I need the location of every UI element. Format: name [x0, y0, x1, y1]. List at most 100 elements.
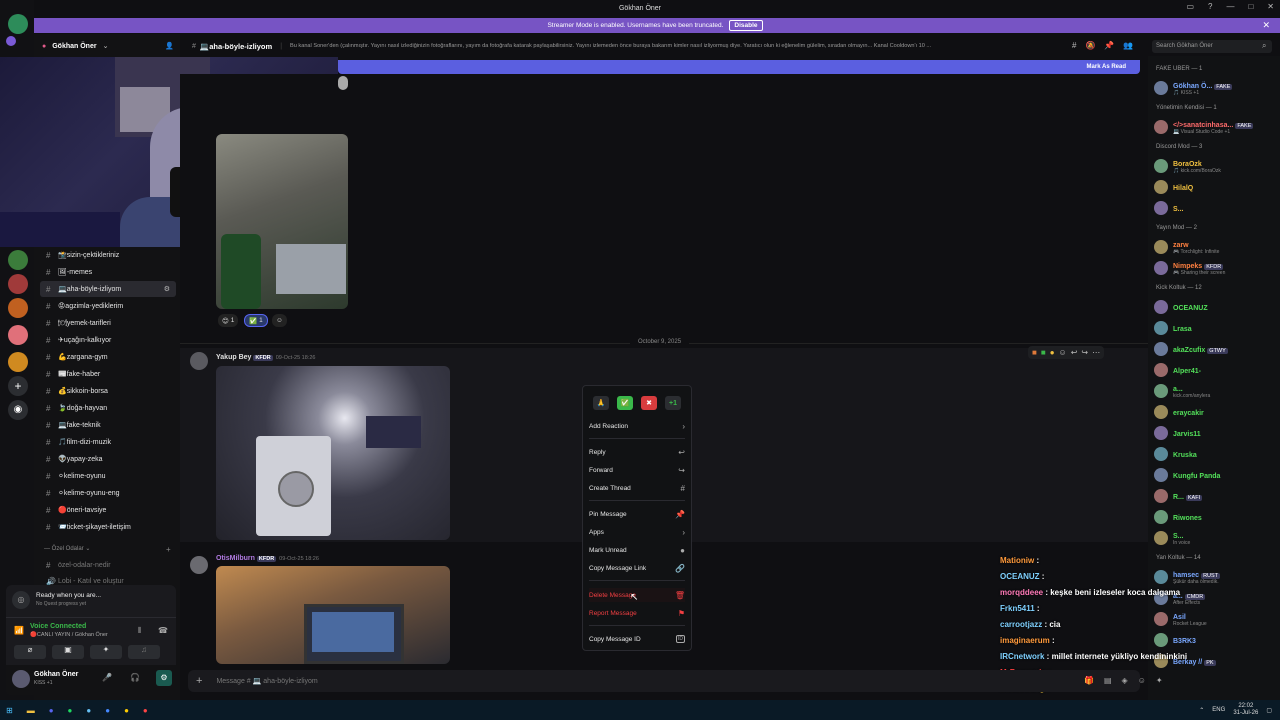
- message-image[interactable]: [338, 76, 348, 90]
- channel-item[interactable]: # 📸sizin-çektikleriniz: [40, 247, 176, 263]
- maximize-button[interactable]: □: [1248, 2, 1253, 11]
- inbox-icon[interactable]: ▭: [1186, 2, 1194, 11]
- member-item[interactable]: a... kick.com/anylera: [1154, 381, 1276, 401]
- apps-icon[interactable]: ✦: [1156, 676, 1163, 685]
- channel-item[interactable]: # 🖼-memes: [40, 264, 176, 280]
- menu-copy-message-link[interactable]: Copy Message Link 🔗: [589, 561, 685, 575]
- channel-topic[interactable]: Bu kanal Soner'den (çalınmıştır. Yayını …: [290, 43, 1060, 49]
- avatar[interactable]: [190, 556, 208, 574]
- gif-icon[interactable]: ▤: [1104, 676, 1112, 685]
- discover-icon[interactable]: ◉: [8, 400, 28, 420]
- add-reaction-button[interactable]: ☺: [272, 314, 287, 327]
- message-author[interactable]: Yakup Bey KFDR 09-Oct-25 18:26: [216, 354, 315, 361]
- server-icon[interactable]: [8, 298, 28, 318]
- message-image[interactable]: [216, 134, 348, 309]
- close-button[interactable]: ✕: [1267, 2, 1274, 11]
- member-item[interactable]: Nimpeks KFDR 🎮 Sharing their screen: [1154, 258, 1276, 278]
- screen-share-button[interactable]: ▣: [52, 645, 84, 659]
- chrome-icon[interactable]: ●: [124, 706, 129, 715]
- menu-add-reaction[interactable]: Add Reaction ›: [589, 419, 685, 433]
- soundboard-button[interactable]: ♫: [128, 645, 160, 659]
- menu-forward[interactable]: Forward ↪: [589, 463, 685, 477]
- menu-reply[interactable]: Reply ↩: [589, 445, 685, 459]
- reaction-shortcut-icon[interactable]: ●: [1050, 348, 1055, 357]
- channel-item[interactable]: # 😡agzimla-yediklerim: [40, 298, 176, 314]
- member-item[interactable]: OCEANUZ: [1154, 297, 1276, 317]
- channel-item[interactable]: # 💻fake-teknik: [40, 417, 176, 433]
- quick-reaction-button[interactable]: ✖: [641, 396, 657, 410]
- obs-icon[interactable]: ●: [143, 706, 148, 715]
- avatar[interactable]: [12, 670, 30, 688]
- message-input[interactable]: Message # 💻 aha-böyle-izliyom: [216, 677, 317, 685]
- channel-item[interactable]: # 👽yapay-zeka: [40, 451, 176, 467]
- channel-item[interactable]: # 📨ticket-şikayet-iletişim: [40, 519, 176, 535]
- channel-item[interactable]: # 🍃doğa-hayvan: [40, 400, 176, 416]
- add-channel-icon[interactable]: +: [166, 545, 171, 554]
- server-icon[interactable]: [8, 14, 28, 34]
- add-server-icon[interactable]: +: [8, 376, 28, 396]
- channel-item[interactable]: # özel-odalar-nedir: [40, 557, 176, 573]
- mute-mic-icon[interactable]: 🎤: [102, 673, 112, 682]
- attach-icon[interactable]: +: [196, 675, 202, 687]
- add-member-icon[interactable]: 👤: [165, 42, 174, 50]
- voice-channel[interactable]: 🔴CANLI YAYIN / Gökhan Öner: [30, 632, 108, 638]
- channel-item[interactable]: # 💻aha-böyle-izliyom ⚙: [40, 281, 176, 297]
- member-item[interactable]: S...: [1154, 198, 1276, 218]
- member-item[interactable]: Riwones: [1154, 507, 1276, 527]
- server-icon[interactable]: [8, 274, 28, 294]
- avatar[interactable]: [190, 352, 208, 370]
- server-header[interactable]: ● Gökhan Öner ⌄ 👤: [34, 36, 180, 56]
- channel-item[interactable]: # 💪zargana-gym: [40, 349, 176, 365]
- member-item[interactable]: Kungfu Panda: [1154, 465, 1276, 485]
- member-item[interactable]: Lrasa: [1154, 318, 1276, 338]
- reply-icon[interactable]: ↩: [1071, 348, 1078, 357]
- channel-item[interactable]: # 🔴öneri-tavsiye: [40, 502, 176, 518]
- member-item[interactable]: eraycakir: [1154, 402, 1276, 422]
- member-item[interactable]: Alper41-: [1154, 360, 1276, 380]
- member-item[interactable]: HilalQ: [1154, 177, 1276, 197]
- forward-icon[interactable]: ↪: [1081, 348, 1088, 357]
- help-icon[interactable]: ?: [1208, 2, 1212, 11]
- quick-reaction-button[interactable]: ✅: [617, 396, 633, 410]
- server-icon[interactable]: [8, 325, 28, 345]
- channel-item[interactable]: # 🍽yemek-tarifleri: [40, 315, 176, 331]
- member-item[interactable]: Gökhan Ö... FAKE 🎵 KISS +1: [1154, 78, 1276, 98]
- channel-settings-icon[interactable]: ⚙: [164, 285, 170, 293]
- quest-title[interactable]: Ready when you are...: [36, 592, 101, 599]
- app-icon[interactable]: ●: [105, 706, 110, 715]
- sticker-icon[interactable]: ◈: [1122, 676, 1128, 685]
- steam-icon[interactable]: ●: [86, 706, 91, 715]
- channel-item[interactable]: # ⚪kelime-oyunu-eng: [40, 485, 176, 501]
- menu-report-message[interactable]: Report Message ⚑: [589, 606, 685, 620]
- pin-icon[interactable]: 📌: [1104, 41, 1114, 50]
- channel-item[interactable]: # 📰fake-haber: [40, 366, 176, 382]
- notification-icon[interactable]: ▢: [1266, 707, 1272, 714]
- settings-gear-icon[interactable]: ⚙: [156, 670, 172, 686]
- close-icon[interactable]: ✕: [1262, 20, 1270, 31]
- gift-icon[interactable]: 🎁: [1084, 676, 1094, 685]
- member-item[interactable]: Kruska: [1154, 444, 1276, 464]
- disconnect-icon[interactable]: ☎: [158, 626, 168, 635]
- deafen-icon[interactable]: 🎧: [130, 673, 140, 682]
- message-composer[interactable]: + Message # 💻 aha-böyle-izliyom: [188, 670, 1140, 692]
- channel-item[interactable]: # 💰sikkoin-borsa: [40, 383, 176, 399]
- message-image[interactable]: [216, 366, 450, 540]
- reaction-chip[interactable]: 😊 1: [218, 314, 239, 327]
- server-icon[interactable]: [8, 250, 28, 270]
- reaction-shortcut-icon[interactable]: ■: [1032, 348, 1037, 357]
- reaction-chip[interactable]: ✅ 1: [244, 314, 268, 327]
- mute-icon[interactable]: 🔕: [1085, 41, 1095, 50]
- channel-item[interactable]: # ✈uçağın-kalkıyor: [40, 332, 176, 348]
- camera-off-button[interactable]: ⌀: [14, 645, 46, 659]
- category-header[interactable]: — Özel Odalar ⌄: [44, 545, 90, 552]
- menu-mark-unread[interactable]: Mark Unread ●: [589, 543, 685, 557]
- search-input[interactable]: Search Gökhan Öner: [1152, 40, 1272, 53]
- spotify-icon[interactable]: ●: [68, 706, 73, 715]
- menu-create-thread[interactable]: Create Thread #: [589, 481, 685, 495]
- activities-button[interactable]: ✦: [90, 645, 122, 659]
- noise-suppression-icon[interactable]: ⦀: [138, 626, 142, 636]
- threads-icon[interactable]: #: [1072, 41, 1076, 50]
- server-icon[interactable]: [8, 352, 28, 372]
- more-icon[interactable]: ⋯: [1092, 348, 1100, 357]
- channel-item[interactable]: # ⚪kelime-oyunu: [40, 468, 176, 484]
